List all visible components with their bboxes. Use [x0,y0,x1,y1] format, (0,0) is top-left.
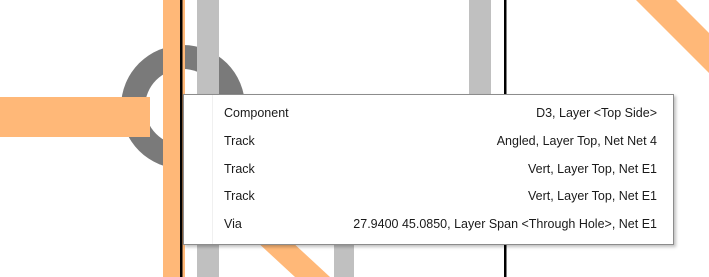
object-info-popup: Component D3, Layer <Top Side> Track Ang… [183,94,674,245]
track-angled-bottom[interactable] [255,240,330,277]
popup-row-type: Track [224,162,255,176]
popup-row-via[interactable]: Via 27.9400 45.0850, Layer Span <Through… [184,212,673,236]
popup-row-track[interactable]: Track Angled, Layer Top, Net Net 4 [184,129,673,153]
popup-row-type: Via [224,217,242,231]
popup-row-details: Vert, Layer Top, Net E1 [527,189,657,203]
track-horizontal[interactable] [0,97,150,137]
popup-row-component[interactable]: Component D3, Layer <Top Side> [184,101,673,125]
popup-row-type: Track [224,189,255,203]
popup-row-type: Track [224,134,255,148]
popup-row-details: Vert, Layer Top, Net E1 [527,162,657,176]
popup-row-track[interactable]: Track Vert, Layer Top, Net E1 [184,184,673,208]
popup-row-track[interactable]: Track Vert, Layer Top, Net E1 [184,157,673,181]
track-vertical-center[interactable] [469,0,491,94]
track-vertical-center-bottom[interactable] [334,244,354,277]
popup-row-details: 27.9400 45.0850, Layer Span <Through Hol… [353,217,657,231]
popup-row-type: Component [224,106,289,120]
track-angled-topright[interactable] [636,0,709,73]
popup-row-details: D3, Layer <Top Side> [536,106,657,120]
popup-row-details: Angled, Layer Top, Net Net 4 [496,134,657,148]
